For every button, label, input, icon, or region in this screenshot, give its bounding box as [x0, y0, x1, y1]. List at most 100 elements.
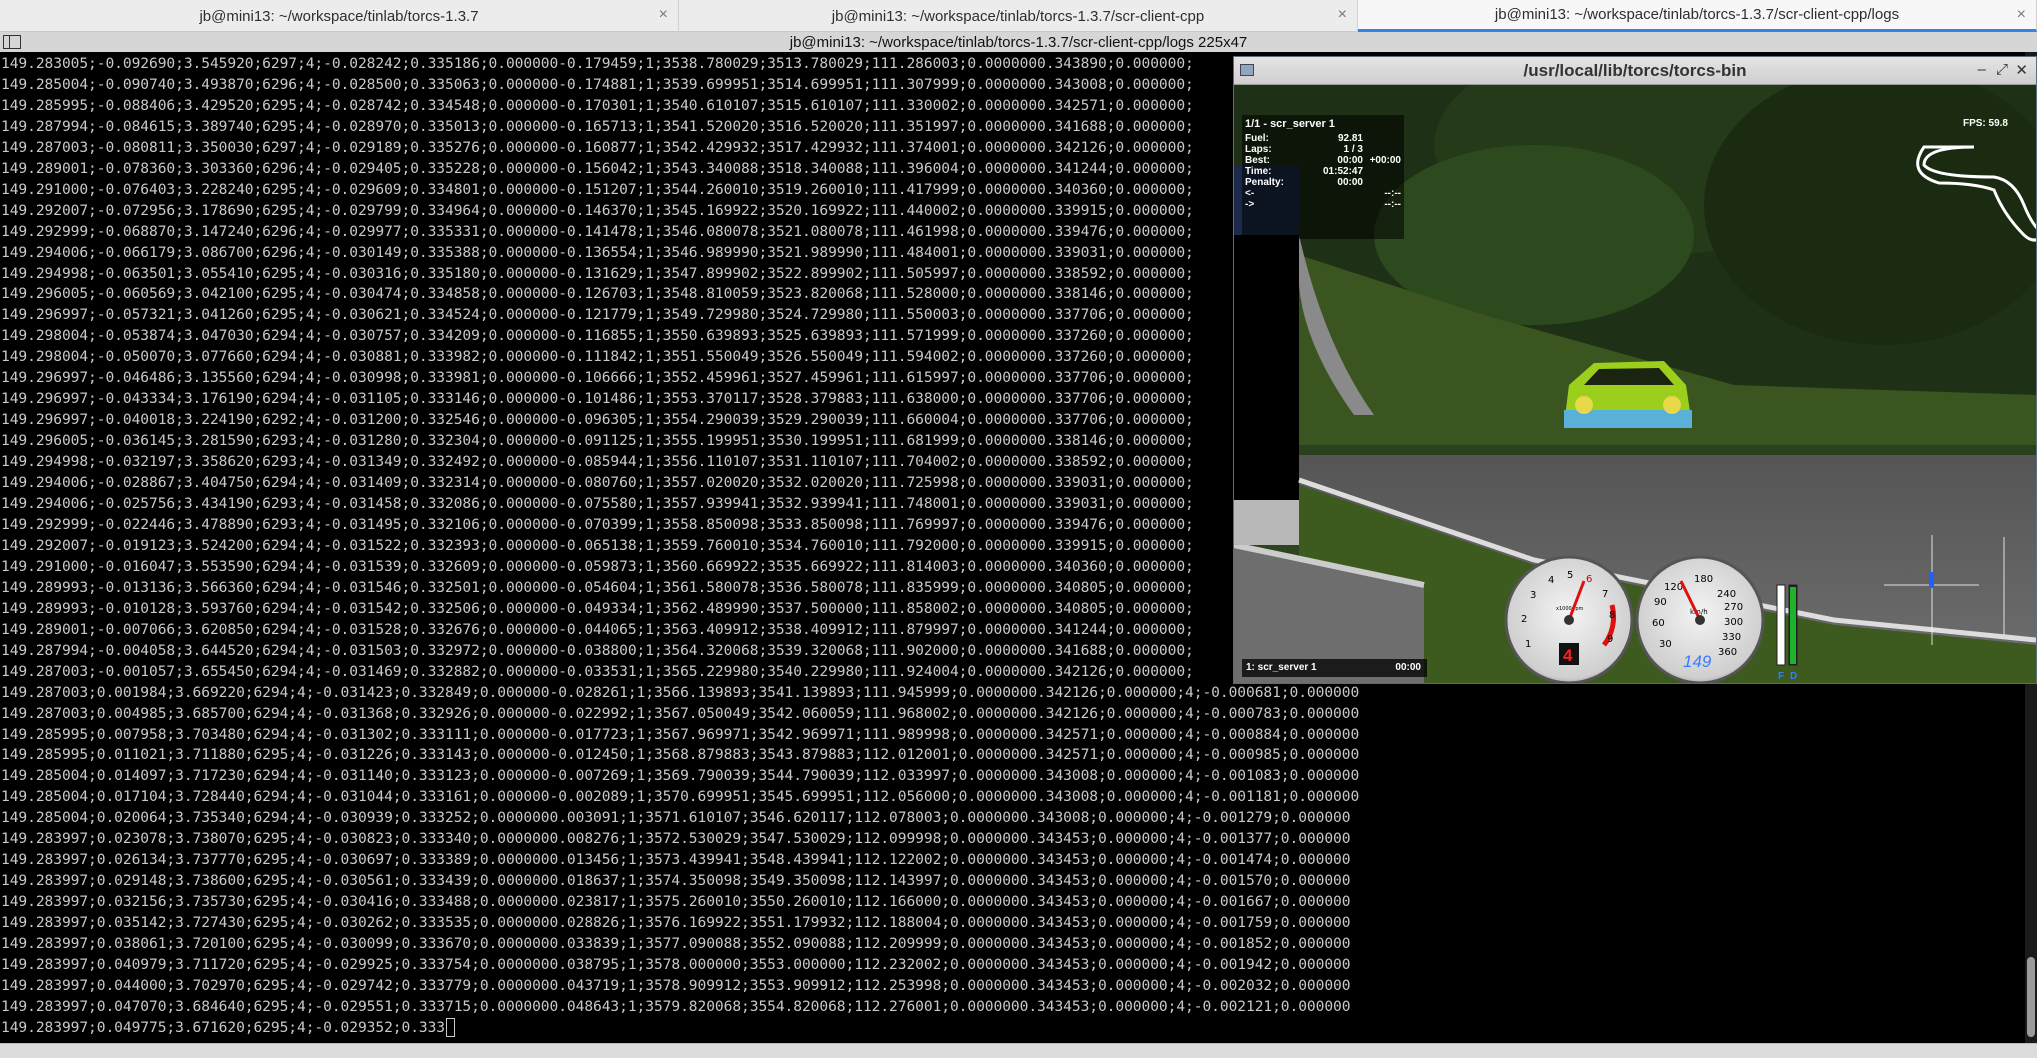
hud-label: <-: [1245, 188, 1255, 199]
log-line: 149.287003;-0.080811;3.350030;6297;4;-0.…: [1, 138, 1194, 156]
hud-label: Laps:: [1245, 144, 1272, 155]
log-line: 149.283997;0.026134;3.737770;6295;4;-0.0…: [1, 851, 1351, 869]
tab-torcs[interactable]: jb@mini13: ~/workspace/tinlab/torcs-1.3.…: [0, 0, 679, 32]
speedo-tick-label: 360: [1718, 647, 1737, 658]
hud-label: Penalty:: [1245, 177, 1284, 188]
log-line: 149.285004;-0.090740;3.493870;6296;4;-0.…: [1, 75, 1194, 93]
hud-value: 00:00: [1337, 177, 1363, 188]
scrollbar-thumb[interactable]: [2027, 957, 2035, 1037]
speedo-tick-label: 60: [1652, 618, 1665, 629]
log-line: 149.294006;-0.066179;3.086700;6296;4;-0.…: [1, 243, 1194, 261]
gear-indicator: 4: [1563, 646, 1573, 665]
speedo-tick-label: 330: [1722, 632, 1741, 643]
torcs-window-title: /usr/local/lib/torcs/torcs-bin: [1523, 61, 1747, 80]
log-line: 149.289001;-0.078360;3.303360;6296;4;-0.…: [1, 159, 1194, 177]
hud-extra: --:--: [1384, 188, 1401, 199]
hud-extra: --:--: [1384, 199, 1401, 210]
log-line: 149.291000;-0.016047;3.553590;6294;4;-0.…: [1, 557, 1194, 575]
race-info-panel: 1/1 - scr_server 1 Fuel: 92.81 Laps: 1 /…: [1242, 115, 1404, 239]
tach-tick-label: 6: [1586, 574, 1592, 585]
log-line: 149.283997;0.038061;3.720100;6295;4;-0.0…: [1, 935, 1351, 953]
split-view-icon[interactable]: [3, 35, 21, 49]
driver-name: 1: scr_server 1: [1246, 662, 1317, 673]
bottom-bar: [0, 1043, 2037, 1058]
hud-extra: +00:00: [1369, 155, 1401, 166]
log-line: 149.283997;0.040979;3.711720;6295;4;-0.0…: [1, 955, 1351, 973]
tach-tick-label: 7: [1602, 589, 1608, 600]
close-icon[interactable]: ×: [1338, 6, 1347, 24]
driver-strip: 1: scr_server 1 00:00: [1242, 659, 1427, 677]
log-line: 149.283997;0.044000;3.702970;6295;4;-0.0…: [1, 976, 1351, 994]
race-title: 1/1 - scr_server 1: [1245, 118, 1335, 130]
close-icon[interactable]: ×: [2017, 6, 2026, 24]
close-icon[interactable]: ×: [659, 6, 668, 24]
damage-bar-label: D: [1790, 671, 1797, 682]
log-line: 149.283997;0.047070;3.684640;6295;4;-0.0…: [1, 997, 1351, 1015]
speedo-tick-label: 90: [1654, 597, 1667, 608]
speedo-tick-label: 270: [1724, 602, 1743, 613]
tach-tick-label: 2: [1521, 614, 1527, 625]
log-line: 149.296005;-0.036145;3.281590;6293;4;-0.…: [1, 432, 1194, 450]
log-line: 149.285004;0.017104;3.728440;6294;4;-0.0…: [1, 788, 1360, 806]
text-cursor: [446, 1018, 456, 1038]
tach-tick-label: 5: [1567, 570, 1573, 581]
speed-readout: 149: [1683, 652, 1712, 671]
race-viewport: 1 2 3 4 5 6 7 8 9 x1000 rpm 4 30 60 90 1…: [1234, 85, 2036, 683]
speedo-tick-label: 240: [1717, 589, 1736, 600]
tachometer: 1 2 3 4 5 6 7 8 9 x1000 rpm 4: [1504, 555, 1634, 683]
terminal-title-bar: jb@mini13: ~/workspace/tinlab/torcs-1.3.…: [0, 32, 2037, 52]
log-line: 149.292999;-0.022446;3.478890;6293;4;-0.…: [1, 515, 1194, 533]
log-line: 149.296997;-0.057321;3.041260;6295;4;-0.…: [1, 306, 1194, 324]
hud-label: Fuel:: [1245, 133, 1269, 144]
log-line: 149.291000;-0.076403;3.228240;6295;4;-0.…: [1, 180, 1194, 198]
maximize-icon[interactable]: ⤢: [1996, 61, 2008, 78]
tab-label: jb@mini13: ~/workspace/tinlab/torcs-1.3.…: [199, 7, 479, 25]
log-line: 149.287994;-0.084615;3.389740;6295;4;-0.…: [1, 117, 1194, 135]
log-line: 149.292999;-0.068870;3.147240;6296;4;-0.…: [1, 222, 1194, 240]
log-line: 149.292007;-0.072956;3.178690;6295;4;-0.…: [1, 201, 1194, 219]
log-line: 149.285995;-0.088406;3.429520;6295;4;-0.…: [1, 96, 1194, 114]
log-line: 149.294998;-0.063501;3.055410;6295;4;-0.…: [1, 264, 1194, 282]
speedo-tick-label: 300: [1724, 617, 1743, 628]
log-line: 149.298004;-0.053874;3.047030;6294;4;-0.…: [1, 327, 1194, 345]
torcs-title-bar[interactable]: /usr/local/lib/torcs/torcs-bin – ⤢ ✕: [1234, 57, 2036, 85]
log-line: 149.287003;0.004985;3.685700;6294;4;-0.0…: [1, 704, 1360, 722]
minimize-icon[interactable]: –: [1978, 61, 1986, 78]
tach-tick-label: 3: [1530, 590, 1536, 601]
log-line: 149.294006;-0.028867;3.404750;6294;4;-0.…: [1, 474, 1194, 492]
hud-label: Time:: [1245, 166, 1272, 177]
log-line: 149.283005;-0.092690;3.545920;6297;4;-0.…: [1, 55, 1194, 72]
log-line: 149.289993;-0.010128;3.593760;6294;4;-0.…: [1, 599, 1194, 617]
log-line: 149.296997;-0.043334;3.176190;6294;4;-0.…: [1, 390, 1194, 408]
log-line: 149.287003;0.001984;3.669220;6294;4;-0.0…: [1, 683, 1360, 701]
terminal-title: jb@mini13: ~/workspace/tinlab/torcs-1.3.…: [789, 33, 1248, 51]
log-line: 149.283997;0.032156;3.735730;6295;4;-0.0…: [1, 893, 1351, 911]
log-line: 149.287994;-0.004058;3.644520;6294;4;-0.…: [1, 641, 1194, 659]
log-line: 149.287003;-0.001057;3.655450;6294;4;-0.…: [1, 662, 1194, 680]
tach-tick-label: 1: [1525, 639, 1531, 650]
speedometer: 30 60 90 120 180 240 270 300 330 360 km/…: [1635, 555, 1765, 683]
log-line: 149.296005;-0.060569;3.042100;6295;4;-0.…: [1, 285, 1194, 303]
hud-label: ->: [1245, 199, 1255, 210]
log-line: 149.283997;0.023078;3.738070;6295;4;-0.0…: [1, 830, 1351, 848]
log-line: 149.294006;-0.025756;3.434190;6293;4;-0.…: [1, 495, 1194, 513]
tach-tick-label: 9: [1607, 634, 1613, 645]
log-line: 149.283997;0.035142;3.727430;6295;4;-0.0…: [1, 914, 1351, 932]
tab-label: jb@mini13: ~/workspace/tinlab/torcs-1.3.…: [831, 7, 1205, 25]
tab-logs[interactable]: jb@mini13: ~/workspace/tinlab/torcs-1.3.…: [1358, 0, 2037, 32]
torcs-window[interactable]: /usr/local/lib/torcs/torcs-bin – ⤢ ✕ 1 2…: [1233, 56, 2037, 684]
fuel-bar-label: F: [1778, 671, 1784, 682]
hud-label: Best:: [1245, 155, 1271, 166]
log-line: 149.298004;-0.050070;3.077660;6294;4;-0.…: [1, 348, 1194, 366]
tach-tick-label: 4: [1548, 575, 1554, 586]
log-lines: 149.283005;-0.092690;3.545920;6297;4;-0.…: [1, 54, 1359, 1039]
speedo-tick-label: 120: [1664, 582, 1683, 593]
log-line: 149.285004;0.020064;3.735340;6294;4;-0.0…: [1, 809, 1351, 827]
tach-unit: x1000 rpm: [1556, 606, 1584, 612]
close-icon[interactable]: ✕: [2015, 61, 2028, 79]
log-line: 149.289001;-0.007066;3.620850;6294;4;-0.…: [1, 620, 1194, 638]
log-line: 149.296997;-0.040018;3.224190;6292;4;-0.…: [1, 411, 1194, 429]
fps-counter: FPS: 59.8: [1962, 118, 2008, 129]
driver-time: 00:00: [1395, 662, 1421, 673]
tab-scr-client-cpp[interactable]: jb@mini13: ~/workspace/tinlab/torcs-1.3.…: [679, 0, 1358, 32]
